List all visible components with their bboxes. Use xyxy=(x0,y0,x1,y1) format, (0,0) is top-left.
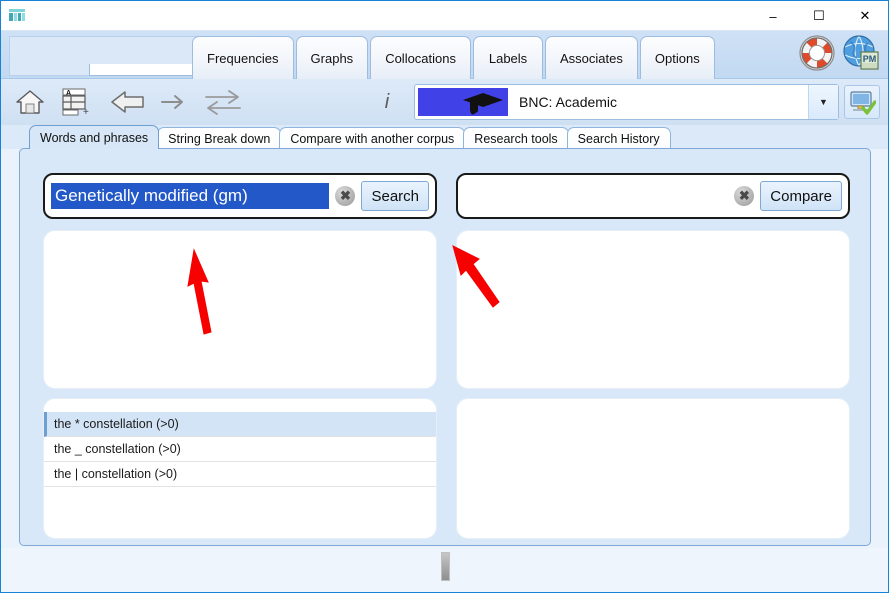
left-column: Genetically modified (gm) ✖ Search the *… xyxy=(43,173,437,539)
ribbon-tab-graphs[interactable]: Graphs xyxy=(295,36,369,79)
swap-arrows-icon[interactable] xyxy=(201,85,245,119)
horizontal-splitter-handle[interactable] xyxy=(441,552,450,581)
home-icon[interactable] xyxy=(11,85,49,119)
clear-compare-icon[interactable]: ✖ xyxy=(734,186,755,206)
search-button[interactable]: Search xyxy=(361,181,429,211)
ribbon-tab-bar: Frequencies Graphs Collocations Labels A… xyxy=(1,31,888,79)
compare-bar[interactable]: ✖ Compare xyxy=(456,173,850,219)
svg-text:+: + xyxy=(83,107,89,117)
svg-text:PM: PM xyxy=(863,54,877,64)
help-lifebuoy-icon[interactable] xyxy=(798,34,836,77)
ribbon-tab-options[interactable]: Options xyxy=(639,36,715,79)
left-results-panel[interactable] xyxy=(43,230,437,389)
ribbon-tab-collocations[interactable]: Collocations xyxy=(370,36,472,79)
close-button[interactable]: ✕ xyxy=(842,1,888,31)
search-input[interactable]: Genetically modified (gm) xyxy=(51,183,330,209)
right-results-panel[interactable] xyxy=(456,230,850,389)
info-icon[interactable]: i xyxy=(373,85,401,119)
list-item[interactable]: the _ constellation (>0) xyxy=(44,437,436,462)
right-secondary-panel[interactable] xyxy=(456,398,850,539)
globe-pm-icon[interactable]: PM xyxy=(842,34,880,77)
new-table-icon[interactable]: A + xyxy=(57,85,95,119)
compare-input[interactable] xyxy=(464,184,729,208)
content-area: Genetically modified (gm) ✖ Search the *… xyxy=(19,148,871,546)
forward-arrow-icon[interactable] xyxy=(156,85,194,119)
chevron-down-icon[interactable]: ▼ xyxy=(808,85,838,119)
tab-words-and-phrases[interactable]: Words and phrases xyxy=(29,125,160,149)
list-item[interactable]: the | constellation (>0) xyxy=(44,462,436,487)
back-arrow-icon[interactable] xyxy=(107,85,149,119)
corpus-label: BNC: Academic xyxy=(519,94,618,110)
tab-research-tools[interactable]: Research tools xyxy=(463,127,569,149)
window-controls: – ☐ ✕ xyxy=(750,1,888,31)
suggestions-panel[interactable]: the * constellation (>0) the _ constella… xyxy=(43,398,437,539)
app-icon xyxy=(9,8,25,22)
monitor-check-icon[interactable] xyxy=(844,85,880,119)
ribbon-tabs: Frequencies Graphs Collocations Labels A… xyxy=(192,36,715,79)
suggestions-list: the * constellation (>0) the _ constella… xyxy=(44,399,436,487)
corpus-selector[interactable]: BNC: Academic ▼ xyxy=(414,84,839,120)
list-item[interactable]: the * constellation (>0) xyxy=(44,412,436,437)
ribbon-blank-inner-artifact xyxy=(89,64,194,76)
minimize-button[interactable]: – xyxy=(750,1,796,31)
clear-search-icon[interactable]: ✖ xyxy=(335,186,356,206)
maximize-button[interactable]: ☐ xyxy=(796,1,842,31)
right-column: ✖ Compare xyxy=(456,173,850,539)
ribbon-tab-frequencies[interactable]: Frequencies xyxy=(192,36,294,79)
ribbon-icon-group: PM xyxy=(798,34,880,77)
tab-compare-another-corpus[interactable]: Compare with another corpus xyxy=(279,127,466,149)
ribbon-tab-associates[interactable]: Associates xyxy=(545,36,638,79)
compare-button[interactable]: Compare xyxy=(760,181,842,211)
bottom-bar xyxy=(1,548,888,592)
tab-string-break-down[interactable]: String Break down xyxy=(157,127,282,149)
application-window: – ☐ ✕ Frequencies Graphs Collocations La… xyxy=(0,0,889,593)
title-bar: – ☐ ✕ xyxy=(1,1,888,31)
tab-search-history[interactable]: Search History xyxy=(566,127,671,149)
main-tab-strip: Words and phrases String Break down Comp… xyxy=(1,125,888,149)
ribbon-tab-labels[interactable]: Labels xyxy=(473,36,544,79)
corpus-swatch xyxy=(417,87,509,117)
search-bar[interactable]: Genetically modified (gm) ✖ Search xyxy=(43,173,437,219)
main-toolbar: A + i BNC: Academic ▼ xyxy=(1,79,888,125)
